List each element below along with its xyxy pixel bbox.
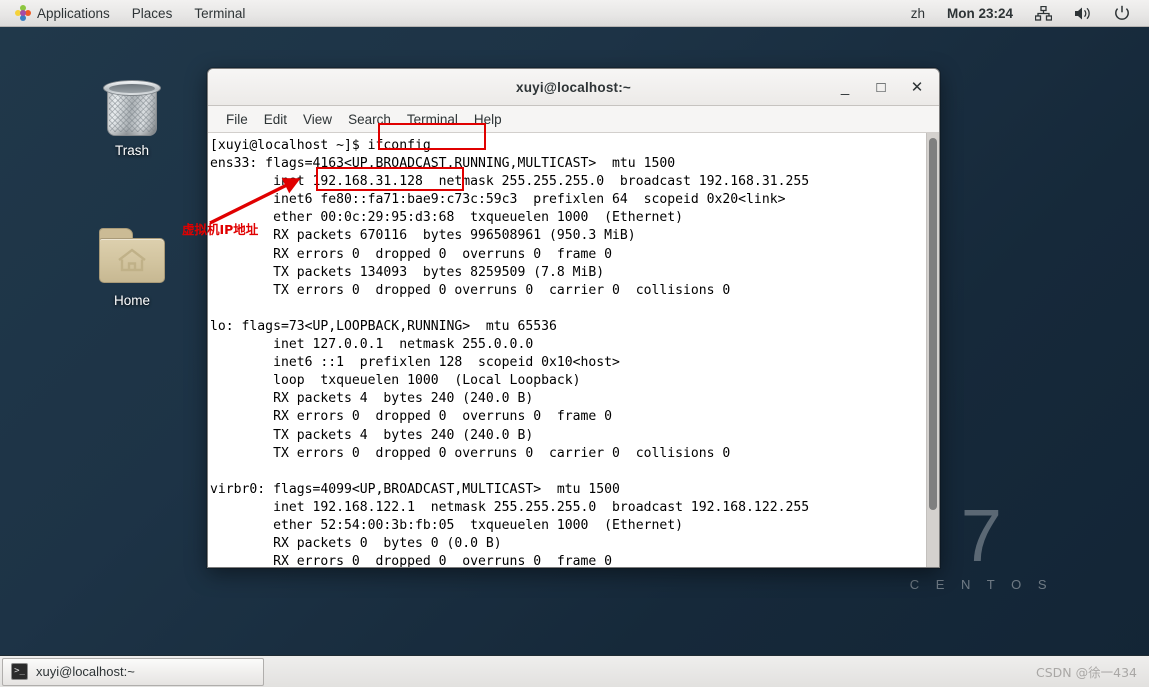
csdn-watermark: CSDN @徐一434 [1036, 665, 1137, 680]
applications-menu-label: Applications [37, 5, 110, 21]
taskbar-item-terminal-label: xuyi@localhost:~ [36, 664, 135, 679]
network-icon[interactable] [1024, 0, 1063, 27]
desktop-icon-trash[interactable]: Trash [76, 76, 188, 158]
places-menu-label: Places [131, 5, 173, 21]
menu-view[interactable]: View [295, 110, 340, 129]
clock[interactable]: Mon 23:24 [936, 0, 1024, 27]
desktop-icon-home-label: Home [113, 293, 150, 308]
top-panel-left: Applications Places Terminal [0, 0, 256, 27]
close-button[interactable]: ✕ [903, 74, 931, 100]
clock-label: Mon 23:24 [946, 5, 1013, 21]
volume-icon[interactable] [1063, 0, 1103, 27]
terminal-scrollbar-thumb[interactable] [929, 138, 937, 510]
desktop-icon-home[interactable]: Home [76, 226, 188, 308]
applications-menu[interactable]: Applications [4, 0, 121, 27]
window-controls: _ □ ✕ [831, 74, 931, 100]
terminal-menu-bar: File Edit View Search Terminal Help [208, 106, 939, 133]
top-panel: Applications Places Terminal zh Mon 23:2… [0, 0, 1149, 27]
desktop-icon-trash-label: Trash [114, 143, 149, 158]
centos-wordmark: C E N T O S [909, 577, 1053, 592]
minimize-button[interactable]: _ [831, 74, 859, 100]
terminal-app-menu[interactable]: Terminal [183, 0, 256, 27]
terminal-output-area[interactable]: [xuyi@localhost ~]$ ifconfig ens33: flag… [208, 133, 939, 567]
terminal-window[interactable]: xuyi@localhost:~ _ □ ✕ File Edit View Se… [207, 68, 940, 568]
terminal-title-bar[interactable]: xuyi@localhost:~ _ □ ✕ [208, 69, 939, 106]
terminal-title: xuyi@localhost:~ [515, 79, 632, 95]
maximize-button[interactable]: □ [867, 74, 895, 100]
places-menu[interactable]: Places [121, 0, 184, 27]
terminal-scrollbar[interactable] [926, 133, 939, 567]
taskbar-item-terminal[interactable]: >_ xuyi@localhost:~ [2, 657, 264, 686]
bottom-taskbar: >_ xuyi@localhost:~ CSDN @徐一434 [0, 655, 1149, 687]
trash-icon [101, 76, 163, 138]
power-icon[interactable] [1103, 0, 1141, 27]
home-folder-icon [95, 226, 169, 288]
terminal-output-text: [xuyi@localhost ~]$ ifconfig ens33: flag… [210, 138, 810, 567]
menu-help[interactable]: Help [466, 110, 510, 129]
menu-search[interactable]: Search [340, 110, 399, 129]
menu-edit[interactable]: Edit [256, 110, 295, 129]
terminal-app-menu-label: Terminal [194, 5, 246, 21]
language-indicator-label: zh [910, 5, 925, 21]
gnome-foot-icon [15, 5, 31, 21]
top-panel-right: zh Mon 23:24 [900, 0, 1149, 27]
language-indicator[interactable]: zh [900, 0, 936, 27]
terminal-icon: >_ [11, 663, 28, 680]
menu-terminal[interactable]: Terminal [399, 110, 466, 129]
menu-file[interactable]: File [218, 110, 256, 129]
